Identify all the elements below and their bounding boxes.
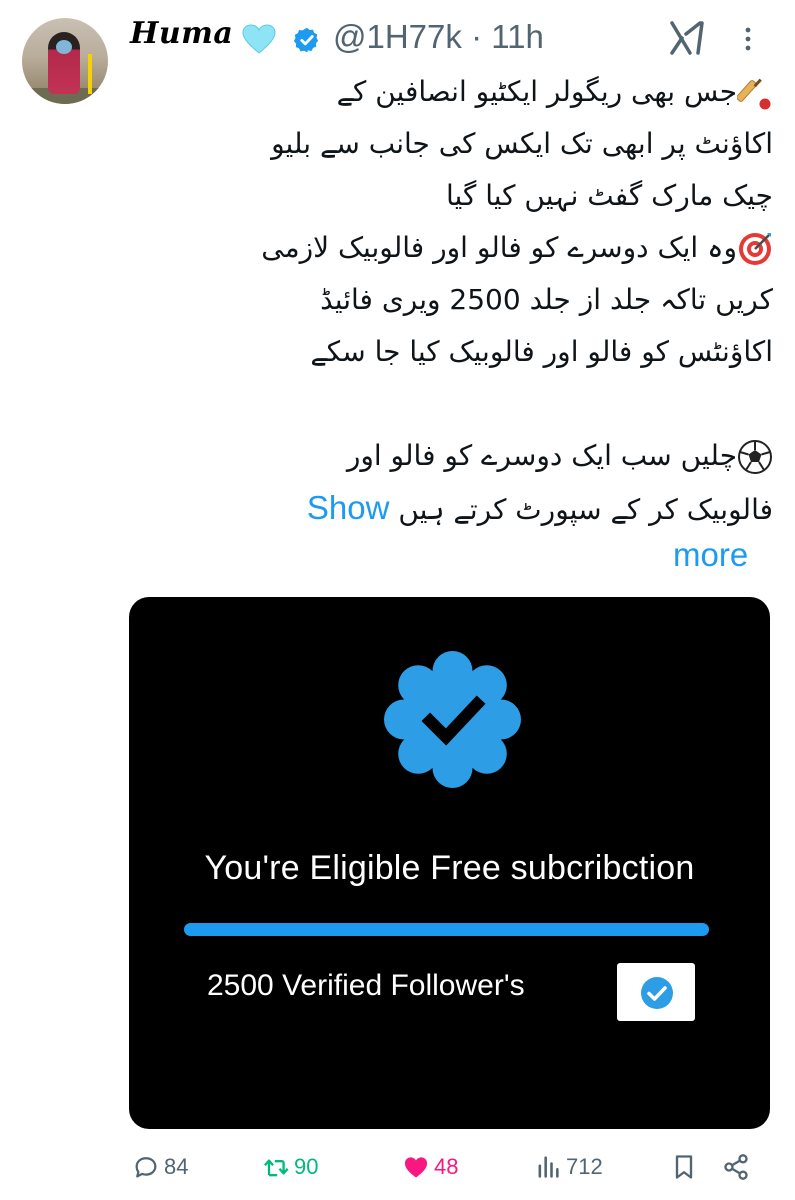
tweet-line-1: جس بھی ریگولر ایکٹیو انصافین کے (205, 66, 773, 118)
tweet-time[interactable]: 11h (491, 18, 544, 55)
meta-separator: · (471, 18, 483, 55)
views-count: 712 (566, 1154, 603, 1179)
progress-bar (184, 923, 709, 936)
show-more-link[interactable]: Show (307, 489, 390, 526)
retweet-count: 90 (294, 1154, 319, 1179)
author-display-name[interactable]: Huma (130, 16, 233, 51)
like-button[interactable]: 48 (402, 1151, 458, 1183)
avatar-face-mask (56, 40, 72, 54)
avatar[interactable] (22, 18, 108, 104)
cricket-emoji-icon (737, 78, 771, 110)
more-options-icon[interactable] (740, 24, 756, 54)
tweet-line-text: جس بھی ریگولر ایکٹیو انصافین کے (336, 75, 737, 108)
heart-icon (404, 1157, 428, 1178)
author-meta: @1H77k · 11h (333, 18, 544, 56)
like-count: 48 (434, 1154, 459, 1179)
views-chart-icon (538, 1156, 559, 1178)
retweet-button[interactable]: 90 (262, 1151, 318, 1183)
avatar-pole (88, 54, 92, 94)
share-icon (724, 1154, 748, 1180)
reply-icon (135, 1157, 157, 1178)
tweet-line-text: چلیں سب ایک دوسرے کو فالو اور (346, 439, 737, 472)
author-handle[interactable]: @1H77k (333, 18, 462, 55)
grok-icon[interactable] (668, 20, 706, 56)
share-button[interactable] (722, 1151, 750, 1183)
tweet-line-6: اکاؤنٹس کو فالو اور فالوبیک کیا جا سکے (310, 335, 773, 368)
reply-button[interactable]: 84 (132, 1151, 188, 1183)
reply-count: 84 (164, 1154, 189, 1179)
retweet-icon (264, 1159, 289, 1177)
tweet-line-text: وہ ایک دوسرے کو فالو اور فالوبیک لازمی (261, 231, 737, 264)
tweet-media-image[interactable]: You're Eligible Free subcribction 2500 V… (129, 597, 770, 1129)
tweet-line-9: فالوبیک کر کے سپورٹ کرتے ہیں Show (205, 482, 773, 534)
bookmark-icon (675, 1155, 693, 1179)
tweet-line-8: چلیں سب ایک دوسرے کو فالو اور (205, 430, 773, 482)
tweet-text: جس بھی ریگولر ایکٹیو انصافین کے اکاؤنٹ پ… (205, 66, 773, 534)
tweet-line-3: چیک مارک گفٹ نہیں کیا گیا (445, 179, 773, 212)
verified-followers-text: 2500 Verified Follower's (207, 969, 525, 1002)
verified-check-icon (641, 977, 673, 1009)
light-blue-heart-icon (242, 24, 276, 54)
verified-badge-icon (384, 651, 521, 788)
verified-card (617, 963, 695, 1021)
show-more-link-continued[interactable]: more (673, 536, 748, 574)
tweet-actions: 84 90 48 712 (0, 1145, 795, 1189)
tweet-line-4: وہ ایک دوسرے کو فالو اور فالوبیک لازمی (205, 222, 773, 274)
tweet-line-2: اکاؤنٹ پر ابھی تک ایکس کی جانب سے بلیو (271, 127, 773, 160)
verified-icon[interactable] (293, 26, 321, 54)
bookmark-button[interactable] (670, 1151, 698, 1183)
soccer-ball-emoji-icon (738, 440, 772, 474)
tweet-line-text: فالوبیک کر کے سپورٹ کرتے ہیں (398, 493, 773, 526)
tweet-header: Huma @1H77k · 11h (130, 16, 790, 56)
eligible-title: You're Eligible Free subcribction (204, 849, 695, 887)
views-button[interactable]: 712 (534, 1151, 603, 1183)
target-emoji-icon (739, 233, 771, 265)
tweet-line-5: کریں تاکہ جلد از جلد 2500 ویری فائیڈ (320, 283, 773, 316)
